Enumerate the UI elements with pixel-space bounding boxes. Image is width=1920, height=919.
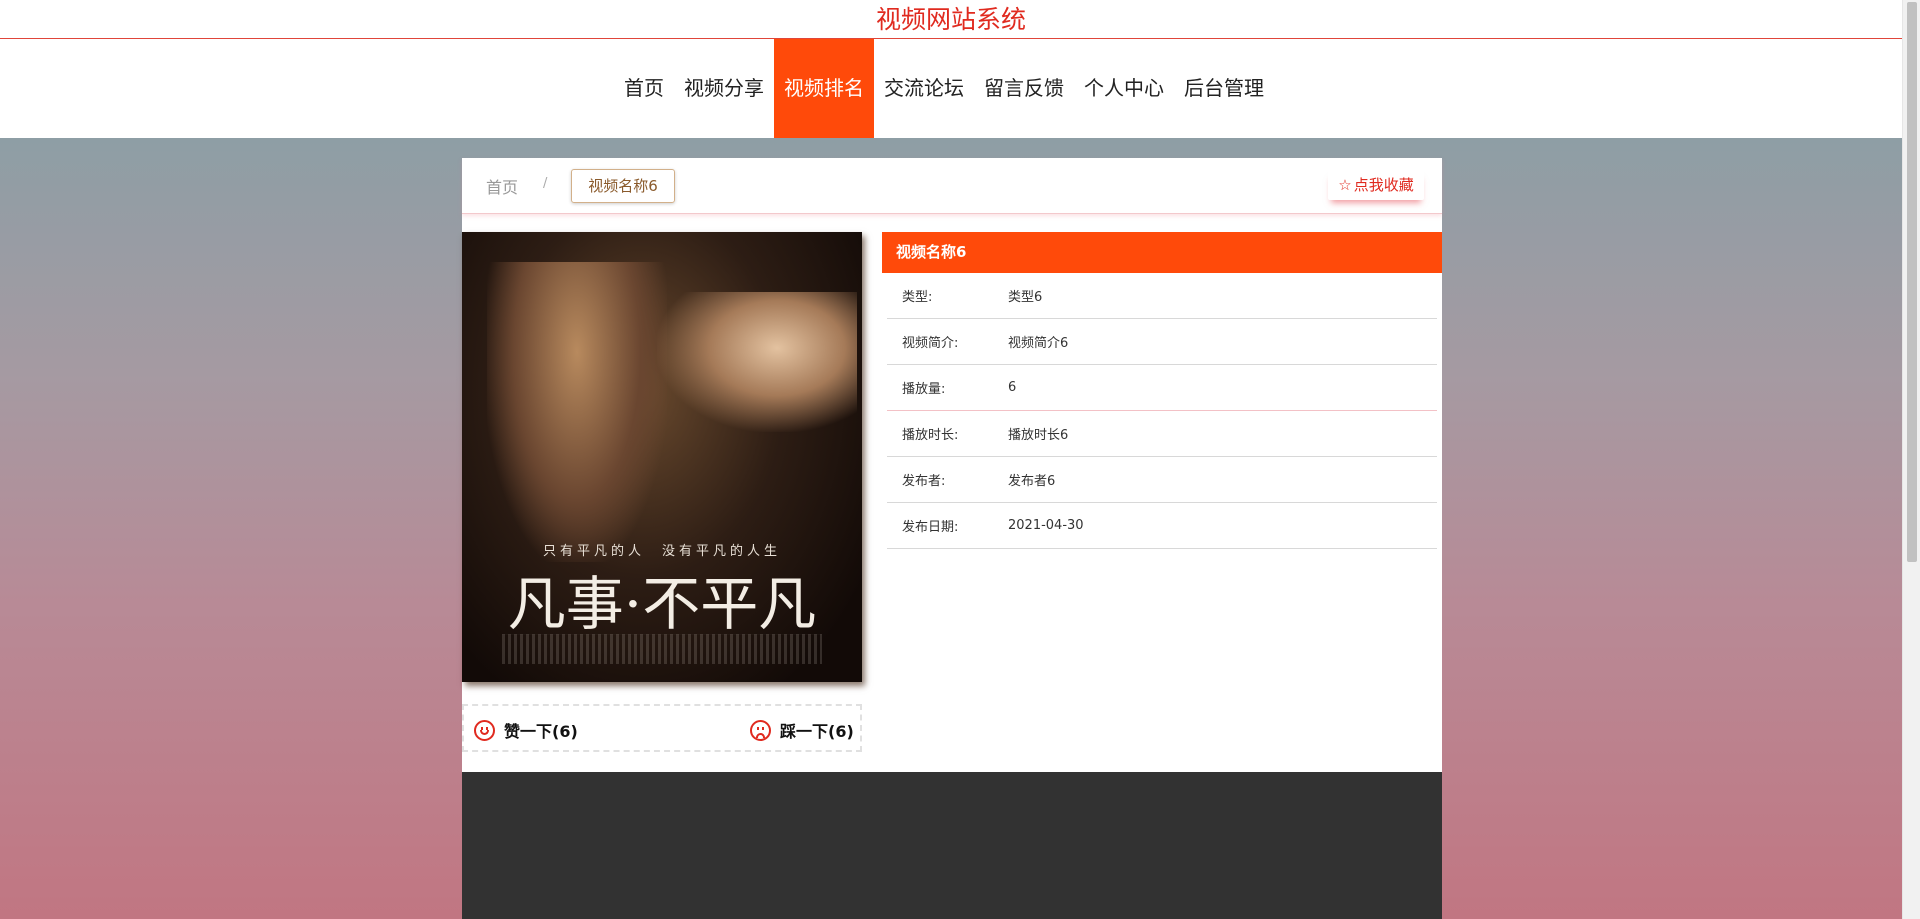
detail-label: 发布日期: xyxy=(902,520,959,535)
site-title: 视频网站系统 xyxy=(875,5,1026,34)
detail-label: 播放时长: xyxy=(902,428,959,443)
detail-value: 2021-04-30 xyxy=(1008,518,1084,533)
breadcrumb-current: 视频名称6 xyxy=(571,169,675,203)
detail-value: 类型6 xyxy=(1008,290,1043,305)
detail-title: 视频名称6 xyxy=(882,232,1442,273)
site-title-bar: 视频网站系统 xyxy=(0,0,1902,39)
like-button[interactable]: 赞一下(6) xyxy=(474,718,578,742)
detail-row-publisher: 发布者: 发布者6 xyxy=(887,457,1437,503)
breadcrumb: 首页 / 视频名称6 ☆ 点我收藏 xyxy=(462,158,1442,214)
poster-title: 凡事·不平凡 xyxy=(507,570,817,638)
favorite-label: 点我收藏 xyxy=(1353,176,1414,194)
detail-label: 视频简介: xyxy=(902,336,959,351)
poster-glove-arm xyxy=(657,292,857,432)
detail-row-type: 类型: 类型6 xyxy=(887,273,1437,319)
poster-boxer-figure xyxy=(487,262,667,562)
detail-row-date: 发布日期: 2021-04-30 xyxy=(887,503,1437,549)
detail-label: 发布者: xyxy=(902,474,946,489)
detail-value: 发布者6 xyxy=(1008,474,1056,489)
nav-item-home[interactable]: 首页 xyxy=(614,39,674,138)
video-player-area xyxy=(462,772,1442,919)
like-label: 赞一下(6) xyxy=(504,722,578,741)
detail-value: 视频简介6 xyxy=(1008,336,1069,351)
detail-row-duration: 播放时长: 播放时长6 xyxy=(887,411,1437,457)
nav-item-feedback[interactable]: 留言反馈 xyxy=(974,39,1074,138)
breadcrumb-home-link[interactable]: 首页 xyxy=(486,174,518,198)
nav-item-admin[interactable]: 后台管理 xyxy=(1174,39,1274,138)
nav-item-user-center[interactable]: 个人中心 xyxy=(1074,39,1174,138)
poster-credits xyxy=(502,634,822,664)
video-detail-panel: 首页 / 视频名称6 ☆ 点我收藏 只有平凡的人 没有平凡的人生 凡事·不平凡 赞… xyxy=(462,158,1442,772)
dislike-button[interactable]: 踩一下(6) xyxy=(750,718,854,742)
nav-item-video-ranking[interactable]: 视频排名 xyxy=(774,39,874,138)
detail-label: 类型: xyxy=(902,290,933,305)
nav-item-video-share[interactable]: 视频分享 xyxy=(674,39,774,138)
detail-table: 类型: 类型6 视频简介: 视频简介6 播放量: 6 播放时长: 播放时长6 发… xyxy=(887,273,1437,549)
sad-face-icon xyxy=(750,719,771,741)
detail-row-plays: 播放量: 6 xyxy=(887,365,1437,411)
scrollbar-thumb[interactable] xyxy=(1907,2,1917,562)
detail-row-intro: 视频简介: 视频简介6 xyxy=(887,319,1437,365)
smile-face-icon xyxy=(474,719,495,741)
nav-item-forum[interactable]: 交流论坛 xyxy=(874,39,974,138)
main-nav: 首页 视频分享 视频排名 交流论坛 留言反馈 个人中心 后台管理 xyxy=(0,39,1902,138)
favorite-button[interactable]: ☆ 点我收藏 xyxy=(1328,170,1424,200)
breadcrumb-separator: / xyxy=(543,176,548,191)
video-poster[interactable]: 只有平凡的人 没有平凡的人生 凡事·不平凡 xyxy=(462,232,862,682)
detail-value: 6 xyxy=(1008,380,1017,395)
detail-label: 播放量: xyxy=(902,382,946,397)
vote-bar: 赞一下(6) 踩一下(6) xyxy=(462,704,862,752)
dislike-label: 踩一下(6) xyxy=(780,722,854,741)
star-outline-icon: ☆ xyxy=(1338,176,1352,194)
vertical-scrollbar[interactable] xyxy=(1902,0,1920,919)
detail-value: 播放时长6 xyxy=(1008,428,1069,443)
